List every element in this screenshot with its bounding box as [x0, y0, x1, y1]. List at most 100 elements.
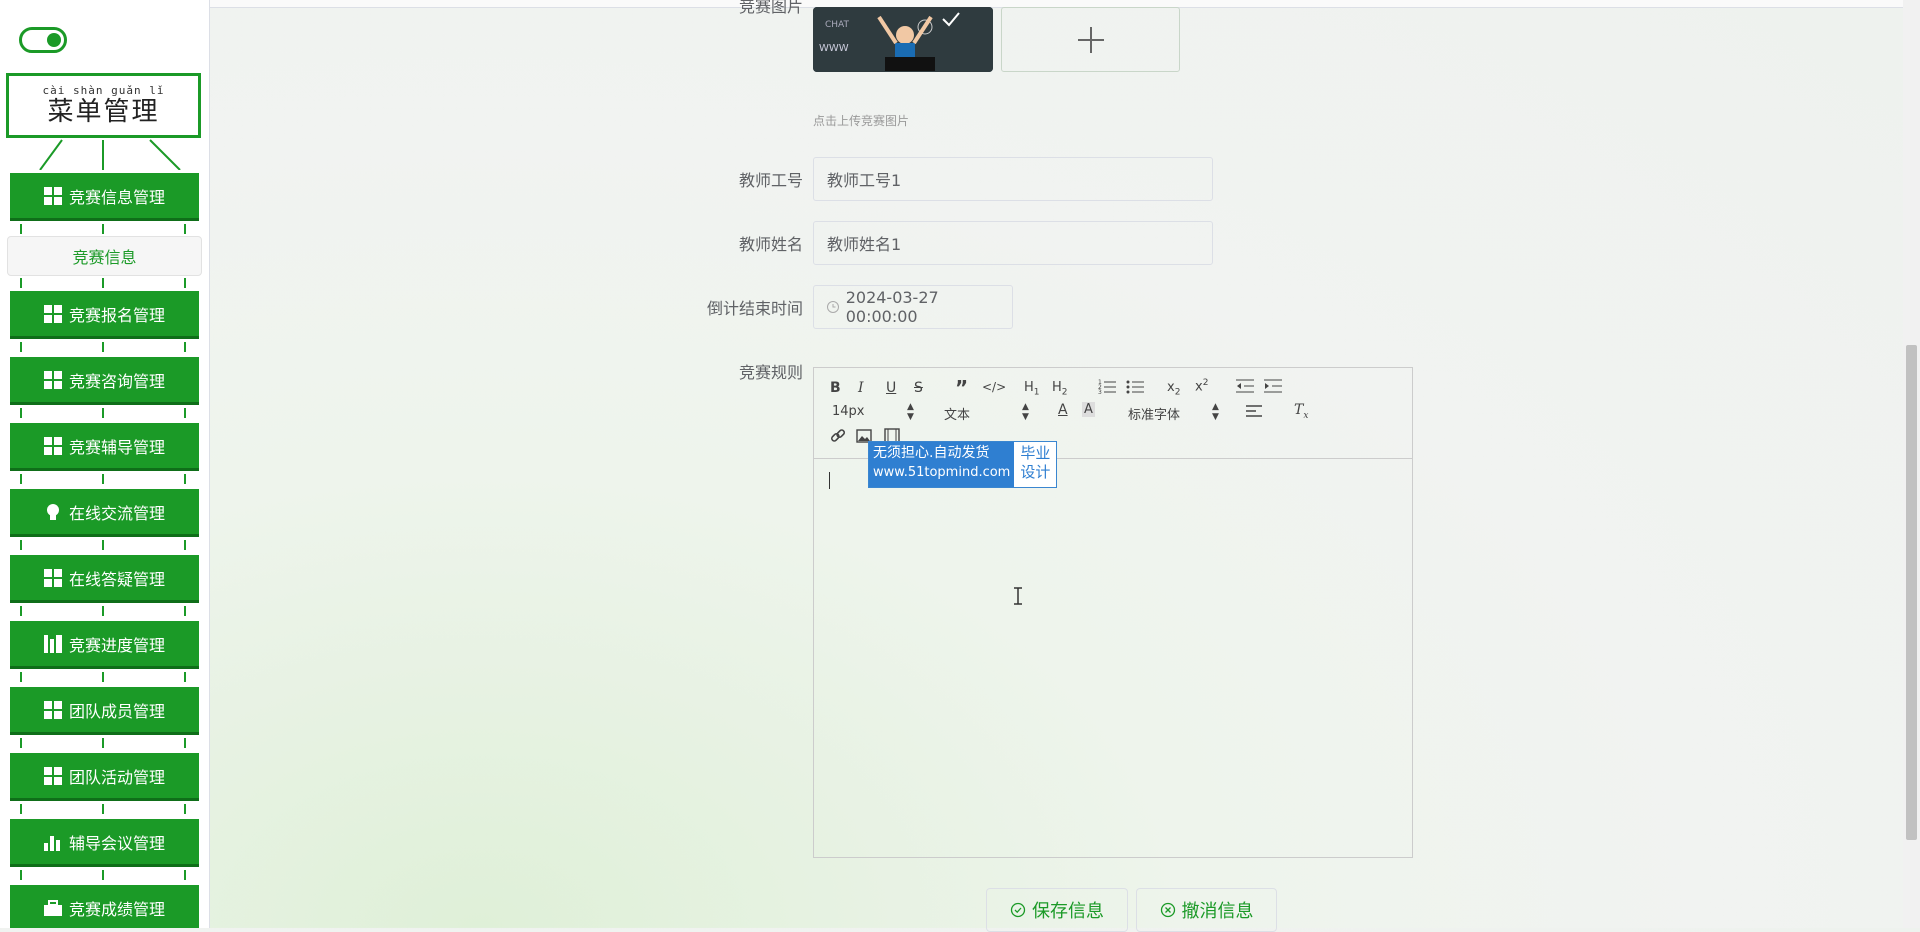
watermark-right1: 毕业: [1020, 444, 1051, 462]
grid-icon: [43, 370, 62, 389]
upload-add-button[interactable]: [1001, 7, 1180, 72]
chain-link: [20, 278, 22, 288]
sidebar-toggle[interactable]: [19, 27, 67, 53]
code-block-icon[interactable]: </>: [982, 380, 1006, 394]
chain-link: [184, 606, 186, 616]
bars-icon: [43, 634, 62, 653]
subscript-icon[interactable]: x2: [1167, 380, 1180, 398]
teacher-id-input[interactable]: [813, 157, 1213, 201]
save-button[interactable]: 保存信息: [986, 888, 1128, 932]
chain-link: [184, 278, 186, 288]
watermark-right2: 设计: [1020, 463, 1051, 481]
chain-link: [184, 738, 186, 748]
sidebar-item-label: 竞赛成绩管理: [68, 899, 165, 919]
watermark-badge: 无须担心.自动发货 www.51topmind.com 毕业 设计: [868, 441, 1058, 488]
chain-link: [20, 474, 22, 484]
sidebar-item-online-qa-mgmt[interactable]: 在线答疑管理: [10, 555, 199, 603]
heading1-icon[interactable]: H1: [1024, 380, 1040, 398]
save-label: 保存信息: [1032, 901, 1104, 922]
text-type-value: 文本: [944, 408, 971, 423]
chain-link: [102, 738, 104, 748]
svg-text:CHAT: CHAT: [825, 20, 850, 30]
blockquote-icon[interactable]: ”: [955, 376, 968, 400]
font-size-value: 14px: [832, 404, 865, 419]
chain-link: [184, 408, 186, 418]
chain-link: [102, 606, 104, 616]
cancel-button[interactable]: 撤消信息: [1136, 888, 1277, 932]
editor-content-area[interactable]: [814, 459, 1412, 857]
classroom-picture: CHAT WWW: [813, 7, 993, 72]
deadline-date-picker[interactable]: 2024-03-27 00:00:00: [813, 285, 1013, 329]
font-size-select[interactable]: 14px ▲ ▼: [832, 402, 914, 422]
uploaded-image-thumbnail[interactable]: CHAT WWW: [813, 7, 993, 72]
font-color-icon[interactable]: A: [1058, 402, 1068, 418]
teacher-name-input[interactable]: [813, 221, 1213, 265]
sidebar-item-competition-info-mgmt[interactable]: 竞赛信息管理: [10, 173, 199, 221]
chain-link: [20, 738, 22, 748]
clear-format-icon[interactable]: Tx: [1294, 402, 1308, 421]
chain-link: [102, 672, 104, 682]
sidebar-item-label: 竞赛咨询管理: [68, 371, 165, 391]
chain-link: [102, 408, 104, 418]
sidebar-item-tutoring-mgmt[interactable]: 竞赛辅导管理: [10, 423, 199, 471]
bullet-list-icon[interactable]: [1126, 378, 1144, 398]
deadline-value: 2024-03-27 00:00:00: [845, 288, 939, 326]
font-family-value: 标准字体: [1128, 408, 1181, 423]
menu-title: 菜单管理: [47, 97, 160, 127]
ordered-list-icon[interactable]: 123: [1098, 378, 1116, 398]
chart-icon: [43, 833, 62, 851]
font-family-select[interactable]: 标准字体 ▲ ▼: [1128, 402, 1219, 423]
italic-icon[interactable]: I: [858, 380, 864, 396]
svg-text:WWW: WWW: [819, 43, 849, 54]
cancel-label: 撤消信息: [1181, 901, 1254, 922]
heading2-icon[interactable]: H2: [1052, 380, 1068, 398]
text-cursor: [829, 472, 830, 489]
indent-icon[interactable]: [1264, 378, 1282, 398]
clock-icon: [827, 301, 839, 313]
ibeam-cursor-icon: [1014, 587, 1022, 605]
grid-icon: [43, 766, 62, 785]
select-arrows-icon: ▲ ▼: [1212, 402, 1219, 422]
image-label: 竞赛图片: [738, 0, 803, 16]
chain-link: [20, 342, 22, 352]
strikethrough-icon[interactable]: S: [914, 380, 923, 396]
bold-icon[interactable]: B: [830, 380, 841, 396]
background-color-icon[interactable]: A: [1082, 402, 1095, 417]
sidebar-item-registration-mgmt[interactable]: 竞赛报名管理: [10, 291, 199, 339]
link-icon[interactable]: [830, 428, 846, 448]
sidebar-item-consultation-mgmt[interactable]: 竞赛咨询管理: [10, 357, 199, 405]
sidebar-item-meeting-mgmt[interactable]: 辅导会议管理: [10, 819, 199, 867]
sidebar-item-online-exchange-mgmt[interactable]: 在线交流管理: [10, 489, 199, 537]
sidebar: cài shàn guǎn lǐ 菜单管理 竞赛信息管理 竞赛信息 竞赛报名管理…: [0, 0, 210, 928]
grid-icon: [43, 304, 62, 323]
sidebar-subitem-competition-info[interactable]: 竞赛信息: [7, 236, 202, 276]
scrollbar-thumb[interactable]: [1906, 345, 1917, 840]
align-icon[interactable]: [1246, 404, 1262, 422]
superscript-icon[interactable]: x2: [1195, 378, 1208, 394]
sidebar-item-results-mgmt[interactable]: 竞赛成绩管理: [10, 885, 199, 928]
sidebar-item-progress-mgmt[interactable]: 竞赛进度管理: [10, 621, 199, 669]
grid-icon: [43, 436, 62, 455]
chain-link: [20, 870, 22, 880]
chain-link: [184, 540, 186, 550]
underline-icon[interactable]: U: [886, 380, 896, 396]
close-circle-icon: [1160, 902, 1175, 918]
watermark-left: 无须担心.自动发货 www.51topmind.com: [869, 442, 1015, 487]
hanging-ropes: [39, 139, 181, 170]
chain-link: [102, 474, 104, 484]
outdent-icon[interactable]: [1236, 378, 1254, 398]
chain-link: [184, 224, 186, 234]
check-circle-icon: [1010, 902, 1026, 918]
chain-link: [102, 540, 104, 550]
sidebar-item-label: 竞赛信息管理: [68, 187, 165, 207]
text-type-select[interactable]: 文本 ▲ ▼: [944, 402, 1029, 423]
sidebar-item-team-members-mgmt[interactable]: 团队成员管理: [10, 687, 199, 735]
watermark-right: 毕业 设计: [1014, 442, 1056, 487]
svg-text:3: 3: [1098, 389, 1102, 394]
chain-link: [20, 606, 22, 616]
chain-link: [102, 278, 104, 288]
page-scrollbar[interactable]: [1903, 0, 1920, 928]
sidebar-item-team-activity-mgmt[interactable]: 团队活动管理: [10, 753, 199, 801]
grid-icon: [43, 186, 62, 205]
upload-tip: 点击上传竞赛图片: [813, 114, 910, 128]
